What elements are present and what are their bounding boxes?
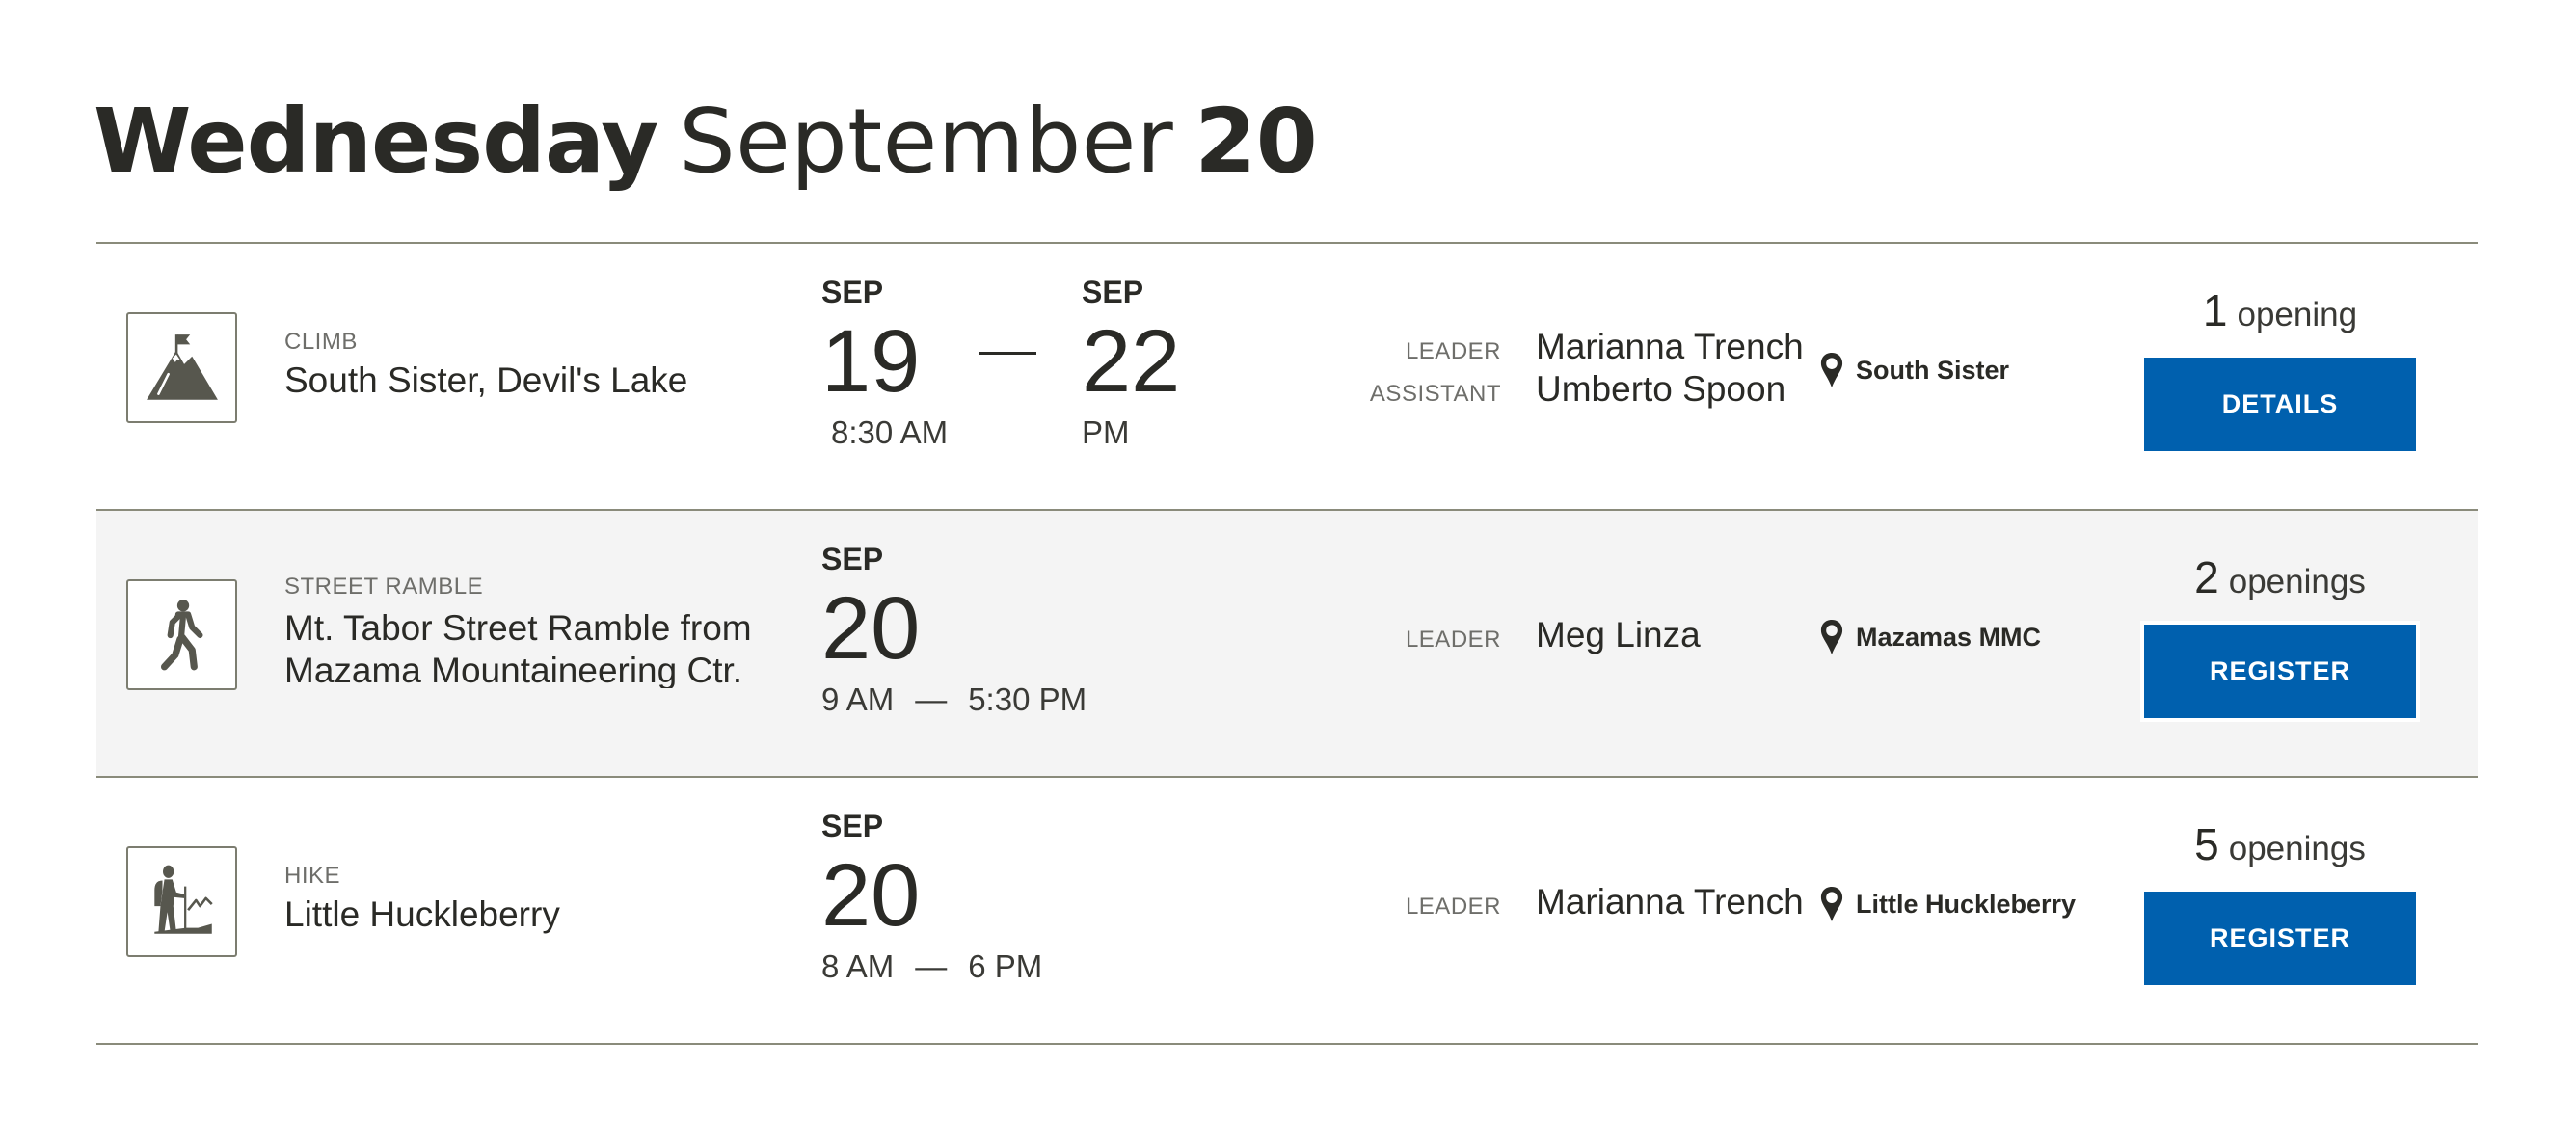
openings-count: 5: [2194, 819, 2219, 869]
page-title: Wednesday September 20: [94, 89, 1318, 195]
details-button[interactable]: DETAILS: [2144, 358, 2416, 451]
event-row: CLIMB South Sister, Devil's Lake SEP 19 …: [96, 244, 2478, 511]
start-day: 20: [821, 579, 921, 678]
walking-person-icon: [160, 599, 203, 670]
register-button[interactable]: REGISTER: [2144, 625, 2416, 718]
start-date: SEP 19 8:30 AM: [821, 273, 948, 452]
start-day: 19: [821, 312, 921, 411]
time-range: 9 AM — 5:30 PM: [821, 680, 1087, 719]
end-date: SEP 22 PM: [1082, 273, 1180, 452]
openings-label: openings: [2228, 830, 2366, 867]
openings: 5 openings: [2144, 818, 2416, 870]
start-month: SEP: [821, 542, 884, 576]
hiker-icon: [153, 865, 213, 934]
openings: 1 opening: [2144, 284, 2416, 336]
end-month: SEP: [1082, 275, 1144, 309]
start-day: 20: [821, 846, 921, 945]
end-time: PM: [1082, 414, 1130, 450]
map-pin-icon: [1820, 353, 1843, 387]
end-day: 22: [1082, 312, 1181, 411]
event-location: Little Huckleberry: [1819, 886, 2152, 922]
leader-name: Meg Linza: [1536, 615, 1701, 654]
map-pin-icon: [1820, 620, 1843, 654]
role-label: ASSISTANT: [1369, 381, 1501, 407]
start-time: 8 AM: [821, 948, 895, 984]
event-icon: [126, 579, 237, 690]
time-range-dash: —: [915, 681, 948, 717]
mountain-flag-icon: [146, 333, 218, 400]
event-icon: [126, 312, 237, 423]
openings-count: 1: [2202, 285, 2228, 335]
end-time: 6 PM: [968, 948, 1043, 984]
register-button[interactable]: REGISTER: [2144, 892, 2416, 985]
month: September: [679, 90, 1174, 193]
event-row: HIKE Little Huckleberry SEP 20 8 AM — 6 PM…: [96, 778, 2478, 1045]
role-label: LEADER: [1405, 338, 1501, 364]
event-title[interactable]: Mt. Tabor Street Ramble from Mazama Moun…: [284, 607, 776, 688]
event-title[interactable]: Little Huckleberry: [284, 894, 776, 936]
start-time: 8:30 AM: [831, 414, 949, 450]
location-name: Mazamas MMC: [1856, 622, 2042, 652]
role-label: LEADER: [1405, 627, 1501, 653]
location-name: Little Huckleberry: [1856, 889, 2077, 919]
role-label: LEADER: [1405, 894, 1501, 920]
location-name: South Sister: [1856, 355, 2010, 385]
assistant-name: Umberto Spoon: [1536, 369, 1786, 409]
weekday: Wednesday: [94, 90, 658, 193]
time-range: 8 AM — 6 PM: [821, 947, 1042, 986]
start-time: 9 AM: [821, 681, 895, 717]
day-number: 20: [1194, 90, 1318, 193]
start-date: SEP 20 9 AM — 5:30 PM: [821, 540, 1087, 719]
leader-name: Marianna Trench: [1536, 327, 1804, 366]
event-category: CLIMB: [284, 329, 358, 355]
map-pin-icon: [1820, 887, 1843, 921]
date-range-dash: [979, 352, 1036, 355]
openings-label: openings: [2228, 563, 2366, 600]
event-location: South Sister: [1819, 352, 2152, 388]
event-location: Mazamas MMC: [1819, 619, 2152, 655]
end-time: 5:30 PM: [968, 681, 1087, 717]
start-date: SEP 20 8 AM — 6 PM: [821, 807, 1042, 986]
openings-count: 2: [2194, 552, 2219, 602]
event-category: HIKE: [284, 863, 341, 889]
start-month: SEP: [821, 809, 884, 843]
event-title[interactable]: South Sister, Devil's Lake: [284, 360, 776, 402]
start-month: SEP: [821, 275, 884, 309]
event-category: STREET RAMBLE: [284, 574, 484, 600]
openings-label: opening: [2237, 296, 2358, 333]
openings: 2 openings: [2144, 551, 2416, 603]
event-row: STREET RAMBLE Mt. Tabor Street Ramble fr…: [96, 511, 2478, 778]
time-range-dash: —: [915, 948, 948, 984]
leader-name: Marianna Trench: [1536, 882, 1804, 921]
event-icon: [126, 846, 237, 957]
event-list: CLIMB South Sister, Devil's Lake SEP 19 …: [96, 242, 2478, 1045]
